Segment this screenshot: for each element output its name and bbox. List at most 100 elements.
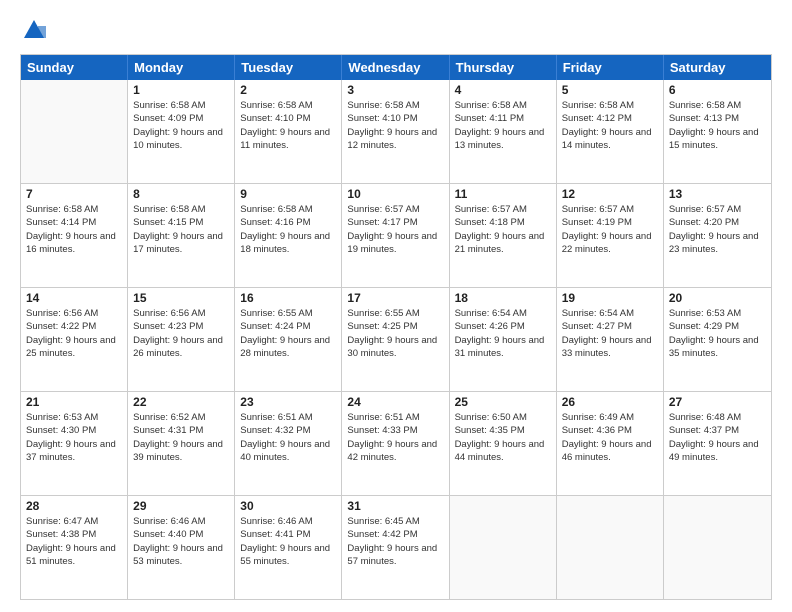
calendar-cell: 23 Sunrise: 6:51 AMSunset: 4:32 PMDayligh…: [235, 392, 342, 495]
day-info: Sunrise: 6:48 AMSunset: 4:37 PMDaylight:…: [669, 411, 766, 464]
calendar-cell: 4 Sunrise: 6:58 AMSunset: 4:11 PMDaylight…: [450, 80, 557, 183]
day-number: 22: [133, 395, 229, 409]
calendar-cell: 22 Sunrise: 6:52 AMSunset: 4:31 PMDayligh…: [128, 392, 235, 495]
calendar-cell: 16 Sunrise: 6:55 AMSunset: 4:24 PMDayligh…: [235, 288, 342, 391]
day-info: Sunrise: 6:57 AMSunset: 4:20 PMDaylight:…: [669, 203, 766, 256]
day-number: 29: [133, 499, 229, 513]
day-info: Sunrise: 6:58 AMSunset: 4:16 PMDaylight:…: [240, 203, 336, 256]
header-day-sunday: Sunday: [21, 55, 128, 80]
day-info: Sunrise: 6:58 AMSunset: 4:09 PMDaylight:…: [133, 99, 229, 152]
day-number: 27: [669, 395, 766, 409]
calendar-cell: 9 Sunrise: 6:58 AMSunset: 4:16 PMDaylight…: [235, 184, 342, 287]
day-info: Sunrise: 6:51 AMSunset: 4:32 PMDaylight:…: [240, 411, 336, 464]
calendar-cell: [557, 496, 664, 599]
calendar-cell: [450, 496, 557, 599]
header: [20, 16, 772, 44]
day-number: 5: [562, 83, 658, 97]
day-info: Sunrise: 6:45 AMSunset: 4:42 PMDaylight:…: [347, 515, 443, 568]
day-number: 23: [240, 395, 336, 409]
day-info: Sunrise: 6:54 AMSunset: 4:26 PMDaylight:…: [455, 307, 551, 360]
header-day-monday: Monday: [128, 55, 235, 80]
day-info: Sunrise: 6:58 AMSunset: 4:14 PMDaylight:…: [26, 203, 122, 256]
calendar-body: 1 Sunrise: 6:58 AMSunset: 4:09 PMDaylight…: [21, 80, 771, 599]
day-info: Sunrise: 6:50 AMSunset: 4:35 PMDaylight:…: [455, 411, 551, 464]
calendar-cell: 31 Sunrise: 6:45 AMSunset: 4:42 PMDayligh…: [342, 496, 449, 599]
calendar-row-2: 14 Sunrise: 6:56 AMSunset: 4:22 PMDayligh…: [21, 287, 771, 391]
day-number: 16: [240, 291, 336, 305]
calendar-cell: 2Sunrise: 6:58 AMSunset: 4:10 PMDaylight…: [235, 80, 342, 183]
calendar-cell: 8Sunrise: 6:58 AMSunset: 4:15 PMDaylight…: [128, 184, 235, 287]
day-info: Sunrise: 6:58 AMSunset: 4:10 PMDaylight:…: [240, 99, 336, 152]
day-number: 21: [26, 395, 122, 409]
day-info: Sunrise: 6:46 AMSunset: 4:41 PMDaylight:…: [240, 515, 336, 568]
calendar-cell: 21 Sunrise: 6:53 AMSunset: 4:30 PMDayligh…: [21, 392, 128, 495]
day-info: Sunrise: 6:57 AMSunset: 4:18 PMDaylight:…: [455, 203, 551, 256]
day-number: 9: [240, 187, 336, 201]
day-info: Sunrise: 6:55 AMSunset: 4:24 PMDaylight:…: [240, 307, 336, 360]
page: SundayMondayTuesdayWednesdayThursdayFrid…: [0, 0, 792, 612]
day-number: 31: [347, 499, 443, 513]
day-info: Sunrise: 6:49 AMSunset: 4:36 PMDaylight:…: [562, 411, 658, 464]
calendar-cell: 12 Sunrise: 6:57 AMSunset: 4:19 PMDayligh…: [557, 184, 664, 287]
day-info: Sunrise: 6:58 AMSunset: 4:12 PMDaylight:…: [562, 99, 658, 152]
day-number: 30: [240, 499, 336, 513]
day-info: Sunrise: 6:53 AMSunset: 4:29 PMDaylight:…: [669, 307, 766, 360]
calendar-cell: 6Sunrise: 6:58 AMSunset: 4:13 PMDaylight…: [664, 80, 771, 183]
logo: [20, 16, 52, 44]
day-info: Sunrise: 6:54 AMSunset: 4:27 PMDaylight:…: [562, 307, 658, 360]
day-number: 24: [347, 395, 443, 409]
day-info: Sunrise: 6:56 AMSunset: 4:22 PMDaylight:…: [26, 307, 122, 360]
logo-icon: [20, 16, 48, 44]
calendar-cell: 11Sunrise: 6:57 AMSunset: 4:18 PMDayligh…: [450, 184, 557, 287]
calendar-cell: 18 Sunrise: 6:54 AMSunset: 4:26 PMDayligh…: [450, 288, 557, 391]
calendar-cell: 7Sunrise: 6:58 AMSunset: 4:14 PMDaylight…: [21, 184, 128, 287]
day-number: 20: [669, 291, 766, 305]
day-number: 25: [455, 395, 551, 409]
day-info: Sunrise: 6:56 AMSunset: 4:23 PMDaylight:…: [133, 307, 229, 360]
header-day-wednesday: Wednesday: [342, 55, 449, 80]
calendar-cell: 3Sunrise: 6:58 AMSunset: 4:10 PMDaylight…: [342, 80, 449, 183]
calendar-cell: 27 Sunrise: 6:48 AMSunset: 4:37 PMDayligh…: [664, 392, 771, 495]
calendar-cell: [21, 80, 128, 183]
calendar-cell: 26Sunrise: 6:49 AMSunset: 4:36 PMDayligh…: [557, 392, 664, 495]
calendar-cell: 19 Sunrise: 6:54 AMSunset: 4:27 PMDayligh…: [557, 288, 664, 391]
day-info: Sunrise: 6:55 AMSunset: 4:25 PMDaylight:…: [347, 307, 443, 360]
calendar-cell: 15 Sunrise: 6:56 AMSunset: 4:23 PMDayligh…: [128, 288, 235, 391]
day-info: Sunrise: 6:58 AMSunset: 4:11 PMDaylight:…: [455, 99, 551, 152]
calendar-header: SundayMondayTuesdayWednesdayThursdayFrid…: [21, 55, 771, 80]
calendar-cell: 24 Sunrise: 6:51 AMSunset: 4:33 PMDayligh…: [342, 392, 449, 495]
calendar-cell: 20 Sunrise: 6:53 AMSunset: 4:29 PMDayligh…: [664, 288, 771, 391]
day-number: 28: [26, 499, 122, 513]
day-info: Sunrise: 6:58 AMSunset: 4:13 PMDaylight:…: [669, 99, 766, 152]
day-number: 15: [133, 291, 229, 305]
day-info: Sunrise: 6:57 AMSunset: 4:19 PMDaylight:…: [562, 203, 658, 256]
day-number: 1: [133, 83, 229, 97]
header-day-saturday: Saturday: [664, 55, 771, 80]
day-info: Sunrise: 6:57 AMSunset: 4:17 PMDaylight:…: [347, 203, 443, 256]
calendar-cell: 30 Sunrise: 6:46 AMSunset: 4:41 PMDayligh…: [235, 496, 342, 599]
calendar: SundayMondayTuesdayWednesdayThursdayFrid…: [20, 54, 772, 600]
day-info: Sunrise: 6:46 AMSunset: 4:40 PMDaylight:…: [133, 515, 229, 568]
calendar-row-3: 21 Sunrise: 6:53 AMSunset: 4:30 PMDayligh…: [21, 391, 771, 495]
day-number: 18: [455, 291, 551, 305]
header-day-thursday: Thursday: [450, 55, 557, 80]
header-day-tuesday: Tuesday: [235, 55, 342, 80]
calendar-cell: [664, 496, 771, 599]
day-number: 19: [562, 291, 658, 305]
day-number: 17: [347, 291, 443, 305]
calendar-cell: 14 Sunrise: 6:56 AMSunset: 4:22 PMDayligh…: [21, 288, 128, 391]
day-info: Sunrise: 6:53 AMSunset: 4:30 PMDaylight:…: [26, 411, 122, 464]
day-info: Sunrise: 6:47 AMSunset: 4:38 PMDaylight:…: [26, 515, 122, 568]
calendar-cell: 5 Sunrise: 6:58 AMSunset: 4:12 PMDaylight…: [557, 80, 664, 183]
day-number: 4: [455, 83, 551, 97]
header-day-friday: Friday: [557, 55, 664, 80]
day-number: 8: [133, 187, 229, 201]
day-number: 3: [347, 83, 443, 97]
calendar-row-1: 7Sunrise: 6:58 AMSunset: 4:14 PMDaylight…: [21, 183, 771, 287]
day-number: 12: [562, 187, 658, 201]
day-info: Sunrise: 6:52 AMSunset: 4:31 PMDaylight:…: [133, 411, 229, 464]
calendar-row-4: 28 Sunrise: 6:47 AMSunset: 4:38 PMDayligh…: [21, 495, 771, 599]
day-number: 14: [26, 291, 122, 305]
calendar-cell: 1 Sunrise: 6:58 AMSunset: 4:09 PMDaylight…: [128, 80, 235, 183]
day-info: Sunrise: 6:51 AMSunset: 4:33 PMDaylight:…: [347, 411, 443, 464]
